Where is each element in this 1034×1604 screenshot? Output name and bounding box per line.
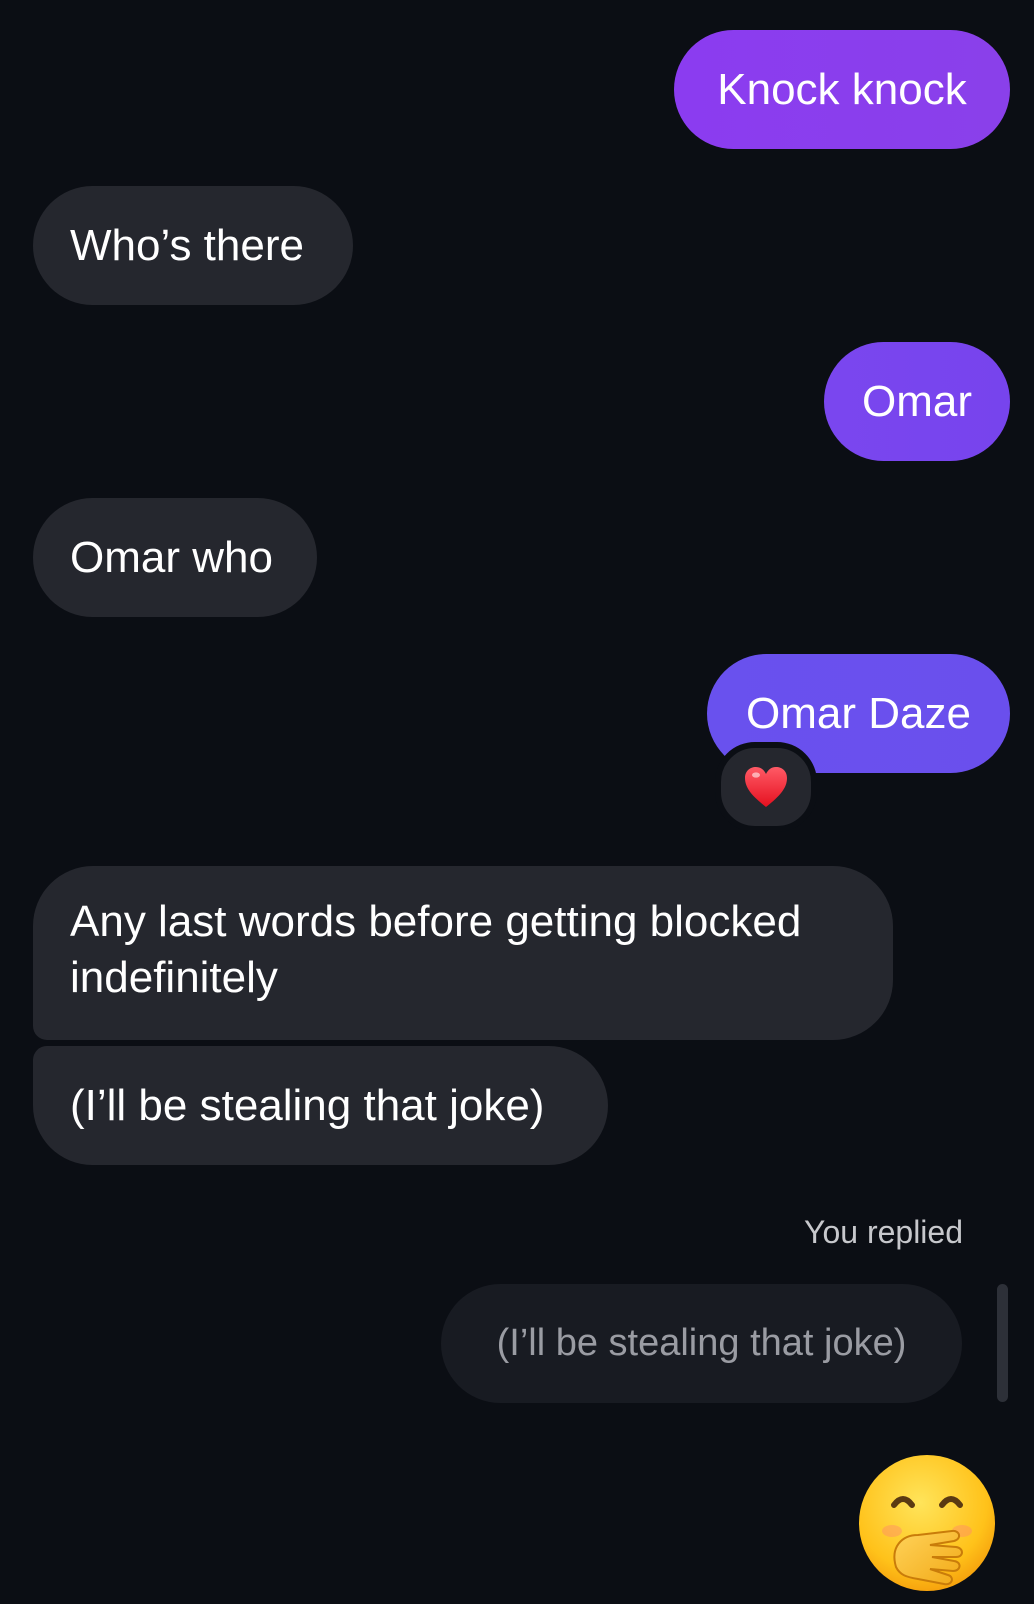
message-text: Omar Daze — [746, 688, 971, 738]
heart-reaction-badge[interactable] — [715, 742, 817, 832]
message-text: Who’s there — [70, 220, 304, 270]
you-replied-label: You replied — [804, 1214, 963, 1250]
message-text-line: Any last words before getting blocked — [70, 897, 802, 946]
incoming-message-bubble[interactable]: Who’s there — [33, 186, 353, 305]
incoming-message-bubble[interactable]: (I’ll be stealing that joke) — [33, 1046, 608, 1165]
quoted-reply-bubble[interactable]: (I’ll be stealing that joke) — [441, 1284, 962, 1403]
message-text-line: indefinitely — [70, 953, 278, 1002]
incoming-message-bubble[interactable]: Any last words before getting blocked in… — [33, 866, 893, 1040]
message-text: Omar who — [70, 532, 273, 582]
heart-icon — [745, 767, 787, 807]
face-with-hand-over-mouth-icon[interactable] — [856, 1455, 998, 1597]
message-text: Omar — [862, 376, 972, 426]
incoming-message-bubble[interactable]: Omar who — [33, 498, 317, 617]
outgoing-message-bubble[interactable]: Knock knock — [674, 30, 1010, 149]
quoted-text: (I’ll be stealing that joke) — [496, 1322, 907, 1364]
message-text: (I’ll be stealing that joke) — [70, 1080, 545, 1130]
outgoing-message-bubble[interactable]: Omar — [824, 342, 1010, 461]
message-text: Knock knock — [717, 64, 967, 114]
reply-quote-bar — [997, 1284, 1008, 1402]
